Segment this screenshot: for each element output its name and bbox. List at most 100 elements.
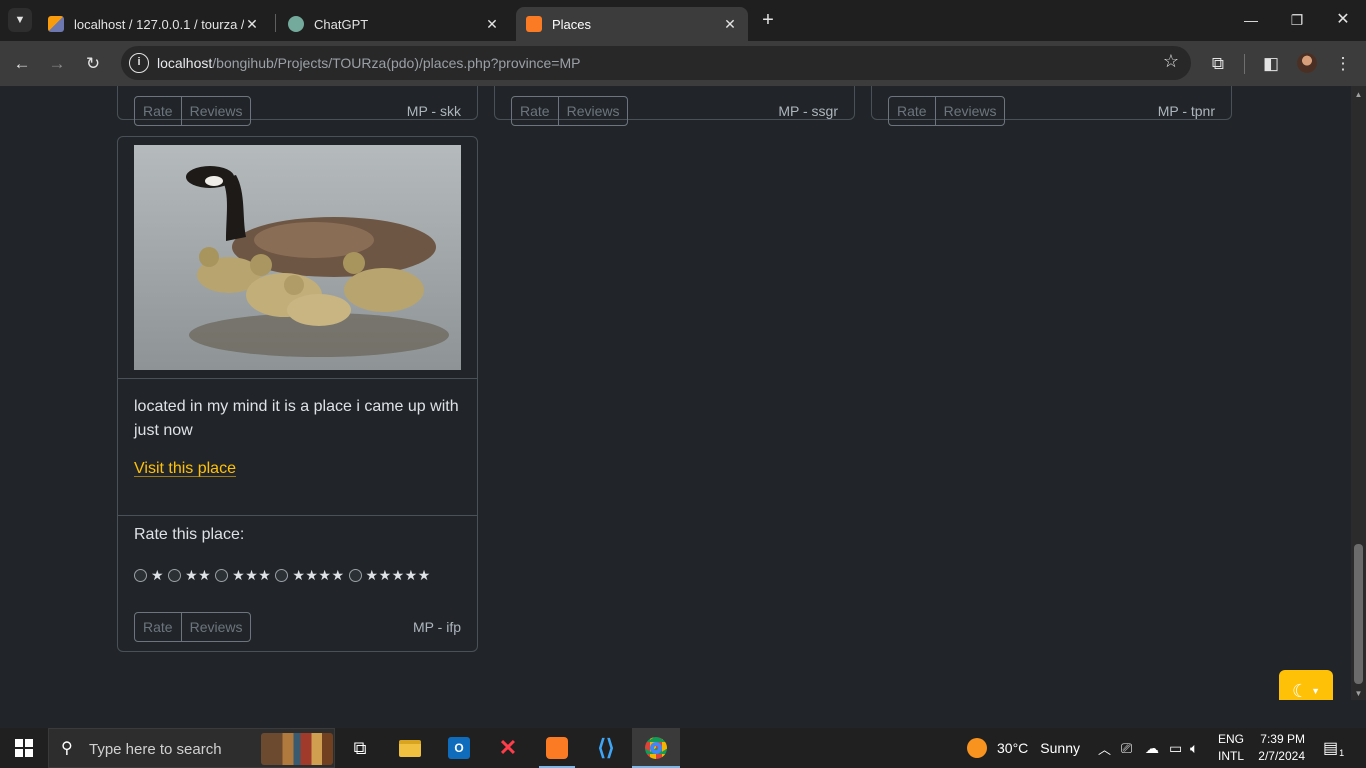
vscode-icon[interactable]: ⟨⟩	[588, 728, 624, 768]
rating-label-3: ★★★	[232, 567, 272, 583]
card-divider	[118, 378, 477, 379]
tab-search-chevron-icon[interactable]: ▼	[8, 8, 32, 32]
minimize-icon[interactable]: —	[1237, 8, 1265, 32]
rate-button[interactable]: Rate	[889, 97, 935, 125]
bookmark-star-icon[interactable]: ☆	[1163, 51, 1179, 72]
xmind-icon[interactable]: ✕	[490, 728, 526, 768]
forward-arrow-icon[interactable]: →	[44, 51, 70, 77]
onedrive-icon[interactable]: ☁	[1145, 728, 1159, 768]
rating-label-4: ★★★★	[292, 567, 345, 583]
caret-down-icon: ▼	[1311, 686, 1321, 696]
search-highlight-image	[261, 733, 333, 765]
new-tab-plus-icon[interactable]: +	[757, 9, 779, 31]
chatgpt-icon	[288, 16, 304, 32]
clock-time: 7:39 PM	[1260, 732, 1305, 746]
reviews-button[interactable]: Reviews	[180, 613, 251, 641]
more-menu-icon[interactable]: ⋮	[1330, 51, 1356, 77]
province-code: MP - skk	[406, 103, 461, 119]
rate-reviews-button-group: Rate Reviews	[888, 96, 1006, 126]
tab-title: localhost / 127.0.0.1 / tourza / p	[74, 16, 244, 32]
window-close-icon[interactable]: ✕	[1329, 8, 1357, 32]
rating-label-1: ★	[151, 567, 165, 583]
scroll-thumb[interactable]	[1354, 544, 1363, 684]
clock-date: 2/7/2024	[1258, 749, 1305, 763]
windows-start-icon[interactable]	[0, 728, 48, 768]
tab-close-icon[interactable]: ✕	[484, 16, 500, 33]
star-rating-options: ★ ★★ ★★★ ★★★★ ★★★★★	[134, 567, 435, 584]
outlook-icon[interactable]: O	[441, 728, 477, 768]
scroll-up-arrow-icon[interactable]: ▲	[1354, 90, 1363, 99]
reload-icon[interactable]: ↻	[80, 51, 106, 77]
search-placeholder: Type here to search	[89, 741, 222, 758]
visit-place-link[interactable]: Visit this place	[134, 460, 236, 478]
clock[interactable]: 7:39 PM 2/7/2024	[1257, 728, 1305, 768]
windows-taskbar: ⚲ Type here to search ⧉ O ✕ ⟨⟩ 30°C Sunn…	[0, 728, 1366, 768]
page-scrollbar[interactable]: ▲ ▼	[1351, 86, 1366, 700]
rate-button[interactable]: Rate	[512, 97, 558, 125]
browser-toolbar: ← → ↻ i localhost/bongihub/Projects/TOUR…	[0, 41, 1366, 86]
browser-tab-strip: ▼ localhost / 127.0.0.1 / tourza / p ✕ C…	[0, 0, 1366, 41]
tab-title: ChatGPT	[314, 16, 369, 32]
language-indicator[interactable]: ENG INTL	[1218, 728, 1244, 768]
tab-chatgpt[interactable]: ChatGPT ✕	[278, 7, 510, 41]
rating-label-5: ★★★★★	[365, 567, 431, 583]
sun-icon	[967, 738, 987, 758]
rate-reviews-button-group: Rate Reviews	[511, 96, 629, 126]
rate-reviews-button-group: Rate Reviews	[134, 96, 252, 126]
card-footer: Rate Reviews MP - skk	[118, 96, 477, 126]
rating-radio-4[interactable]	[275, 569, 289, 582]
rating-radio-5[interactable]	[348, 569, 362, 582]
rating-radio-1[interactable]	[134, 569, 147, 582]
meet-now-icon[interactable]: ⎚	[1121, 728, 1132, 768]
search-icon: ⚲	[61, 740, 73, 757]
xampp-taskbar-icon[interactable]	[539, 728, 575, 768]
message-icon: ▤	[1323, 740, 1339, 757]
moon-icon: ☾	[1291, 680, 1309, 701]
profile-avatar[interactable]	[1297, 53, 1317, 73]
tab-separator	[275, 14, 276, 32]
extensions-puzzle-icon[interactable]: ⧉	[1205, 51, 1231, 77]
show-hidden-icons-chevron-icon[interactable]: ︿	[1098, 728, 1111, 768]
card-footer: Rate Reviews MP - ifp	[118, 612, 477, 642]
reviews-button[interactable]: Reviews	[934, 97, 1005, 125]
rate-button[interactable]: Rate	[135, 613, 181, 641]
page-viewport: Rate Reviews MP - skk Rate Reviews MP - …	[0, 86, 1366, 700]
site-info-icon[interactable]: i	[129, 53, 149, 73]
file-explorer-icon[interactable]	[392, 728, 428, 768]
reviews-button[interactable]: Reviews	[180, 97, 251, 125]
rate-this-place-label: Rate this place:	[134, 526, 245, 543]
task-view-icon[interactable]: ⧉	[342, 728, 378, 768]
side-panel-icon[interactable]: ◧	[1258, 51, 1284, 77]
rating-radio-2[interactable]	[168, 569, 182, 582]
address-bar[interactable]: i localhost/bongihub/Projects/TOURza(pdo…	[121, 46, 1191, 80]
tab-close-icon[interactable]: ✕	[244, 16, 260, 33]
province-code: MP - tpnr	[1157, 103, 1215, 119]
taskbar-search-box[interactable]: ⚲ Type here to search	[48, 728, 335, 768]
back-arrow-icon[interactable]: ←	[9, 51, 35, 77]
rating-label-2: ★★	[185, 567, 212, 583]
goose-photo	[134, 145, 461, 370]
tab-places[interactable]: Places ✕	[516, 7, 748, 41]
volume-icon[interactable]: 🔈︎	[1190, 728, 1198, 768]
card-footer: Rate Reviews MP - tpnr	[872, 96, 1231, 126]
url-text[interactable]: localhost/bongihub/Projects/TOURza(pdo)/…	[157, 55, 580, 71]
chrome-taskbar-icon[interactable]	[632, 728, 680, 768]
restore-icon[interactable]: ❐	[1283, 8, 1311, 32]
tab-close-icon[interactable]: ✕	[722, 16, 738, 33]
tab-phpmyadmin[interactable]: localhost / 127.0.0.1 / tourza / p ✕	[38, 7, 270, 41]
theme-toggle-button[interactable]: ☾ ▼	[1279, 670, 1333, 700]
place-image-goose	[134, 145, 461, 370]
language-line-2: INTL	[1218, 749, 1245, 763]
province-code: MP - ssgr	[778, 103, 838, 119]
weather-widget[interactable]: 30°C Sunny	[967, 728, 1080, 768]
scroll-down-arrow-icon[interactable]: ▼	[1354, 689, 1363, 698]
reviews-button[interactable]: Reviews	[557, 97, 628, 125]
place-card-tpnr: Rate Reviews MP - tpnr	[871, 86, 1232, 126]
rating-radio-3[interactable]	[215, 569, 229, 582]
url-host: localhost	[157, 55, 213, 71]
battery-icon[interactable]: ▭	[1169, 728, 1182, 768]
notifications-icon[interactable]: ▤ 1	[1323, 728, 1344, 768]
rate-button[interactable]: Rate	[135, 97, 181, 125]
toolbar-separator	[1244, 54, 1245, 74]
province-code: MP - ifp	[413, 619, 461, 635]
